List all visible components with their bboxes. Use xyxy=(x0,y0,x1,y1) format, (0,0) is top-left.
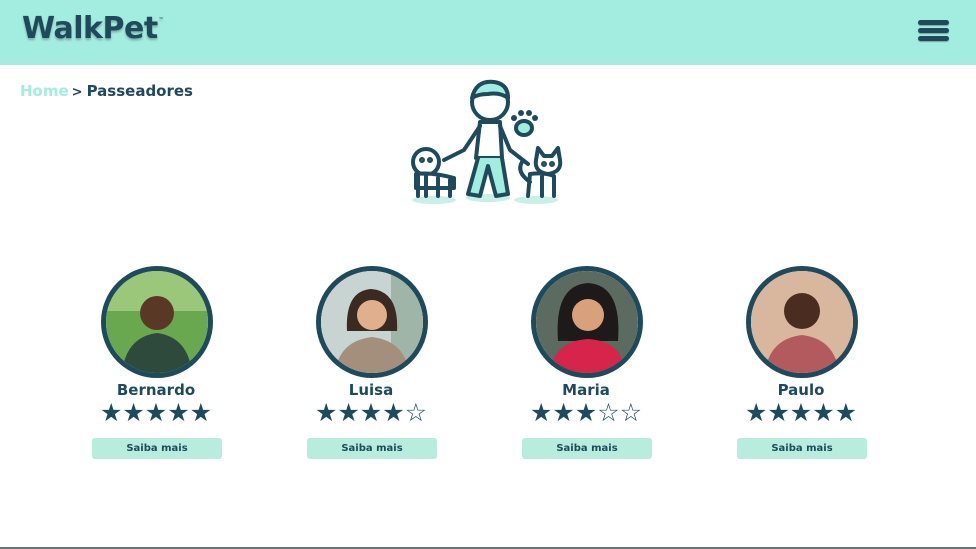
walker-card: Bernardo ★★★★★ Saiba mais xyxy=(86,266,226,466)
walker-name: Maria xyxy=(562,381,610,399)
avatar[interactable] xyxy=(101,266,213,378)
avatar[interactable] xyxy=(531,266,643,378)
saiba-mais-button[interactable]: Saiba mais xyxy=(737,438,867,459)
saiba-mais-button[interactable]: Saiba mais xyxy=(92,438,222,459)
breadcrumb-home-link[interactable]: Home xyxy=(20,82,69,100)
breadcrumb-current: Passeadores xyxy=(86,82,193,100)
header-bar: WalkPet™ xyxy=(0,0,976,65)
walker-name: Luisa xyxy=(348,381,394,399)
breadcrumb: Home > Passeadores xyxy=(20,82,193,100)
hamburger-menu-icon[interactable] xyxy=(918,20,950,44)
avatar-photo xyxy=(536,271,638,373)
walker-card: Maria ★★★☆☆ Saiba mais xyxy=(516,266,656,466)
star-rating: ★★★★★ xyxy=(99,398,213,427)
dog-walker-illustration xyxy=(411,79,563,204)
breadcrumb-separator: > xyxy=(71,85,83,100)
logo-text: WalkPet xyxy=(22,11,158,46)
star-rating: ★★★★★ xyxy=(744,398,858,427)
avatar-photo xyxy=(751,271,853,373)
avatar-photo xyxy=(321,271,423,373)
walker-card: Paulo ★★★★★ Saiba mais xyxy=(731,266,871,466)
saiba-mais-button[interactable]: Saiba mais xyxy=(307,438,437,459)
trademark-mark: ™ xyxy=(158,17,164,23)
avatar[interactable] xyxy=(316,266,428,378)
walker-card: Luisa ★★★★☆ Saiba mais xyxy=(301,266,441,466)
avatar[interactable] xyxy=(746,266,858,378)
walkpet-logo[interactable]: WalkPet™ xyxy=(22,11,164,46)
saiba-mais-button[interactable]: Saiba mais xyxy=(522,438,652,459)
walker-name: Bernardo xyxy=(116,381,196,399)
avatar-photo xyxy=(106,271,208,373)
star-rating: ★★★☆☆ xyxy=(529,398,643,427)
walker-name: Paulo xyxy=(777,381,825,399)
star-rating: ★★★★☆ xyxy=(314,398,428,427)
